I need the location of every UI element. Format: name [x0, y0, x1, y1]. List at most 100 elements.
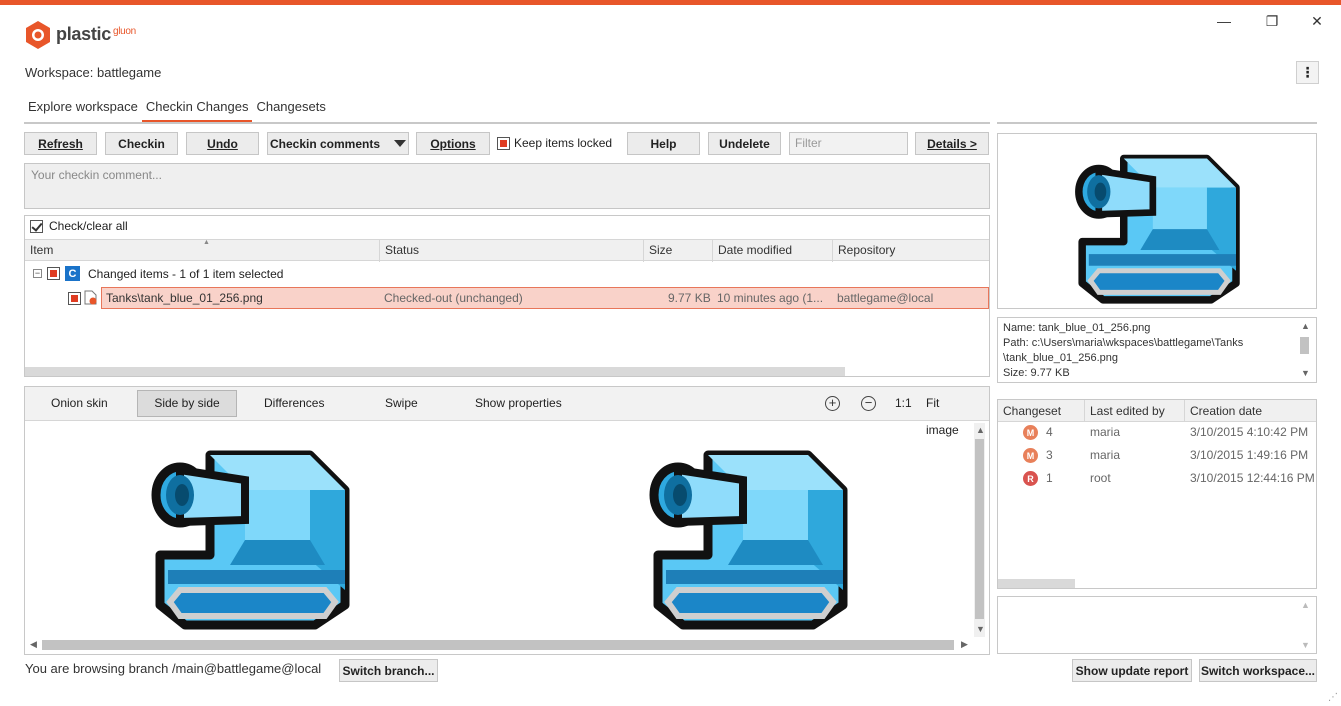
- details-label: Details >: [927, 136, 977, 151]
- info-scroll-thumb[interactable]: [1300, 337, 1309, 354]
- changesets-horizontal-scrollbar[interactable]: [998, 579, 1075, 588]
- details-button[interactable]: Details >: [915, 132, 989, 155]
- undelete-button[interactable]: Undelete: [708, 132, 781, 155]
- close-button[interactable]: ✕: [1307, 12, 1327, 30]
- file-repository: battlegame@local: [837, 291, 934, 305]
- changeset-date: 3/10/2015 12:44:16 PM: [1190, 471, 1315, 485]
- modified-badge-icon: M: [1023, 448, 1038, 463]
- tab-checkin-changes[interactable]: Checkin Changes: [141, 98, 253, 122]
- checkin-comment-input[interactable]: Your checkin comment...: [24, 163, 990, 209]
- check-all-checkbox[interactable]: [30, 219, 43, 233]
- column-changeset[interactable]: Changeset: [998, 400, 1085, 422]
- checkin-comments-label: Checkin comments: [269, 136, 381, 151]
- table-row[interactable]: Tanks\tank_blue_01_256.png Checked-out (…: [101, 287, 989, 309]
- tab-changesets[interactable]: Changesets: [252, 98, 329, 122]
- column-date-modified[interactable]: Date modified: [713, 240, 833, 262]
- group-checkbox[interactable]: [47, 267, 60, 280]
- column-creation-date[interactable]: Creation date: [1185, 400, 1316, 422]
- app-sub-name: gluon: [112, 26, 136, 37]
- switch-workspace-button[interactable]: Switch workspace...: [1199, 659, 1317, 682]
- filter-input[interactable]: Filter: [789, 132, 908, 155]
- refresh-label: Refresh: [38, 136, 83, 151]
- file-info-size: Size: 9.77 KB: [1003, 367, 1070, 379]
- fit-image-button[interactable]: Fit image: [912, 390, 989, 437]
- changeset-id: 4: [1046, 425, 1053, 439]
- side-by-side-button[interactable]: Side by side: [137, 390, 237, 417]
- info-scroll-up-icon[interactable]: ▲: [1301, 321, 1310, 331]
- scroll-up-arrow-icon[interactable]: ▲: [976, 425, 985, 435]
- check-all-label: Check/clear all: [49, 219, 128, 233]
- table-row[interactable]: M 3 maria 3/10/2015 1:49:16 PM: [998, 445, 1316, 467]
- chevron-down-icon: [394, 140, 407, 147]
- viewer-horizontal-scrollbar[interactable]: [42, 640, 954, 650]
- resize-grip-icon[interactable]: ⋰: [1328, 692, 1338, 703]
- info-scroll-down-icon[interactable]: ▼: [1301, 368, 1310, 378]
- file-checkbox[interactable]: [68, 292, 81, 306]
- changeset-date: 3/10/2015 1:49:16 PM: [1190, 448, 1309, 462]
- file-info-path: Path: c:\Users\maria\wkspaces\battlegame…: [1003, 337, 1244, 349]
- group-label: Changed items - 1 of 1 item selected: [88, 266, 284, 281]
- changed-badge-icon: C: [65, 266, 80, 281]
- changeset-user: maria: [1090, 425, 1121, 439]
- viewer-vertical-scrollbar[interactable]: [974, 423, 985, 637]
- column-last-edited-by[interactable]: Last edited by: [1085, 400, 1185, 422]
- file-preview-image: [1072, 146, 1242, 304]
- show-update-report-button[interactable]: Show update report: [1072, 659, 1192, 682]
- scroll-left-arrow-icon[interactable]: ◀: [30, 639, 37, 650]
- options-button[interactable]: Options: [416, 132, 490, 155]
- zoom-in-icon[interactable]: +: [825, 396, 840, 411]
- scroll-right-arrow-icon[interactable]: ▶: [961, 639, 968, 650]
- plastic-logo-icon: [24, 20, 52, 50]
- changeset-id: 3: [1046, 448, 1053, 462]
- changeset-user: maria: [1090, 448, 1121, 462]
- undo-button[interactable]: Undo: [186, 132, 259, 155]
- collapse-icon[interactable]: −: [33, 269, 42, 278]
- zoom-out-icon[interactable]: −: [861, 396, 876, 411]
- app-logo-text: plastic gluon: [56, 24, 136, 45]
- keep-locked-checkbox-box[interactable]: [497, 136, 510, 150]
- changesets-history-table: Changeset Last edited by Creation date M…: [997, 399, 1317, 589]
- column-size[interactable]: Size: [644, 240, 713, 262]
- checkin-comments-dropdown[interactable]: Checkin comments: [267, 132, 409, 155]
- scroll-down-arrow-icon[interactable]: ▼: [976, 624, 985, 634]
- changeset-id: 1: [1046, 471, 1053, 485]
- comment-scroll-up-icon[interactable]: ▲: [1301, 600, 1310, 610]
- show-properties-button[interactable]: Show properties: [461, 390, 576, 417]
- comment-scroll-down-icon[interactable]: ▼: [1301, 640, 1310, 650]
- changed-items-group[interactable]: − C Changed items - 1 of 1 item selected: [33, 266, 283, 281]
- keep-items-locked-checkbox[interactable]: Keep items locked: [497, 136, 612, 150]
- differences-button[interactable]: Differences: [250, 390, 338, 417]
- minimize-button[interactable]: —: [1214, 12, 1234, 30]
- main-tabs: Explore workspace Checkin Changes Change…: [24, 98, 330, 124]
- maximize-button[interactable]: ❐: [1262, 12, 1282, 30]
- file-status: Checked-out (unchanged): [384, 291, 523, 305]
- modified-badge-icon: M: [1023, 425, 1038, 440]
- check-clear-all[interactable]: Check/clear all: [30, 219, 128, 233]
- file-item: Tanks\tank_blue_01_256.png: [106, 291, 263, 305]
- workspace-label: Workspace: battlegame: [25, 65, 162, 80]
- checkin-label: Checkin: [118, 136, 165, 151]
- switch-branch-button[interactable]: Switch branch...: [339, 659, 438, 682]
- viewer-vscroll-thumb[interactable]: [975, 439, 984, 619]
- right-image-preview: [648, 440, 848, 630]
- tab-explore-workspace[interactable]: Explore workspace: [24, 98, 142, 122]
- column-status[interactable]: Status: [380, 240, 644, 262]
- onion-skin-button[interactable]: Onion skin: [37, 390, 122, 417]
- more-options-icon[interactable]: ⋮: [1296, 61, 1319, 84]
- file-date: 10 minutes ago (1...: [717, 291, 824, 305]
- refresh-button[interactable]: Refresh: [24, 132, 97, 155]
- checked-out-file-icon: [84, 290, 97, 305]
- table-row[interactable]: M 4 maria 3/10/2015 4:10:42 PM: [998, 422, 1316, 444]
- changes-table-header: Item ▲ Status Size Date modified Reposit…: [25, 239, 989, 262]
- checkin-button[interactable]: Checkin: [105, 132, 178, 155]
- keep-locked-label: Keep items locked: [514, 136, 613, 150]
- tab-divider: [24, 122, 990, 124]
- table-row[interactable]: R 1 root 3/10/2015 12:44:16 PM: [998, 468, 1316, 490]
- help-label: Help: [650, 136, 677, 151]
- column-repository[interactable]: Repository: [833, 240, 989, 262]
- swipe-button[interactable]: Swipe: [371, 390, 432, 417]
- changeset-user: root: [1090, 471, 1111, 485]
- root-badge-icon: R: [1023, 471, 1038, 486]
- changes-horizontal-scrollbar[interactable]: [25, 367, 845, 376]
- help-button[interactable]: Help: [627, 132, 700, 155]
